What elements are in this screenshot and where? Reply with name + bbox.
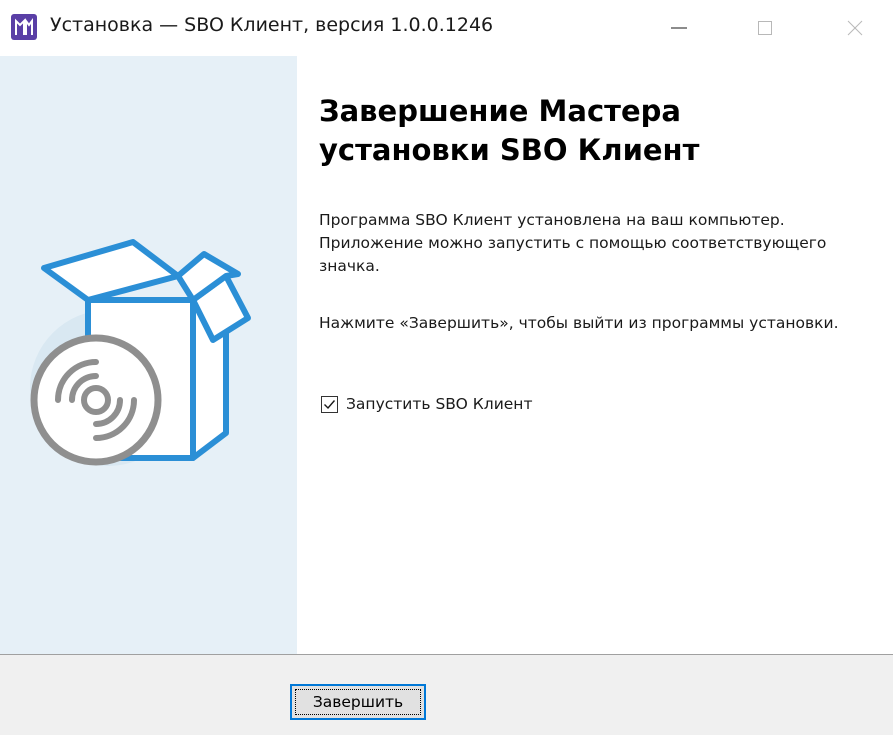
finish-button-label: Завершить bbox=[312, 693, 404, 711]
finish-instruction-text: Нажмите «Завершить», чтобы выйти из прог… bbox=[319, 314, 839, 332]
wizard-sidebar bbox=[0, 56, 297, 654]
title-bar: Установка — SBO Клиент, версия 1.0.0.124… bbox=[0, 0, 893, 56]
close-button[interactable] bbox=[822, 0, 888, 56]
software-box-with-disc-icon bbox=[28, 228, 268, 512]
checkmark-icon bbox=[324, 399, 336, 409]
close-icon bbox=[847, 20, 863, 36]
page-title: Завершение Мастера установки SBO Клиент bbox=[319, 94, 700, 167]
launch-app-checkbox[interactable] bbox=[321, 395, 338, 413]
finish-button[interactable]: Завершить bbox=[290, 684, 426, 720]
launch-app-checkbox-row[interactable]: Запустить SBO Клиент bbox=[321, 395, 532, 413]
install-complete-text: Программа SBO Клиент установлена на ваш … bbox=[319, 211, 827, 275]
launch-app-checkbox-label: Запустить SBO Клиент bbox=[346, 395, 533, 413]
minimize-button[interactable] bbox=[646, 0, 712, 56]
maximize-button[interactable] bbox=[732, 0, 798, 56]
wizard-content: Завершение Мастера установки SBO Клиент … bbox=[297, 56, 893, 654]
wizard-footer: Завершить bbox=[0, 655, 893, 735]
installer-app-icon bbox=[10, 13, 38, 41]
window-title: Установка — SBO Клиент, версия 1.0.0.124… bbox=[50, 14, 494, 36]
minimize-icon bbox=[671, 27, 687, 29]
maximize-icon bbox=[758, 21, 772, 35]
